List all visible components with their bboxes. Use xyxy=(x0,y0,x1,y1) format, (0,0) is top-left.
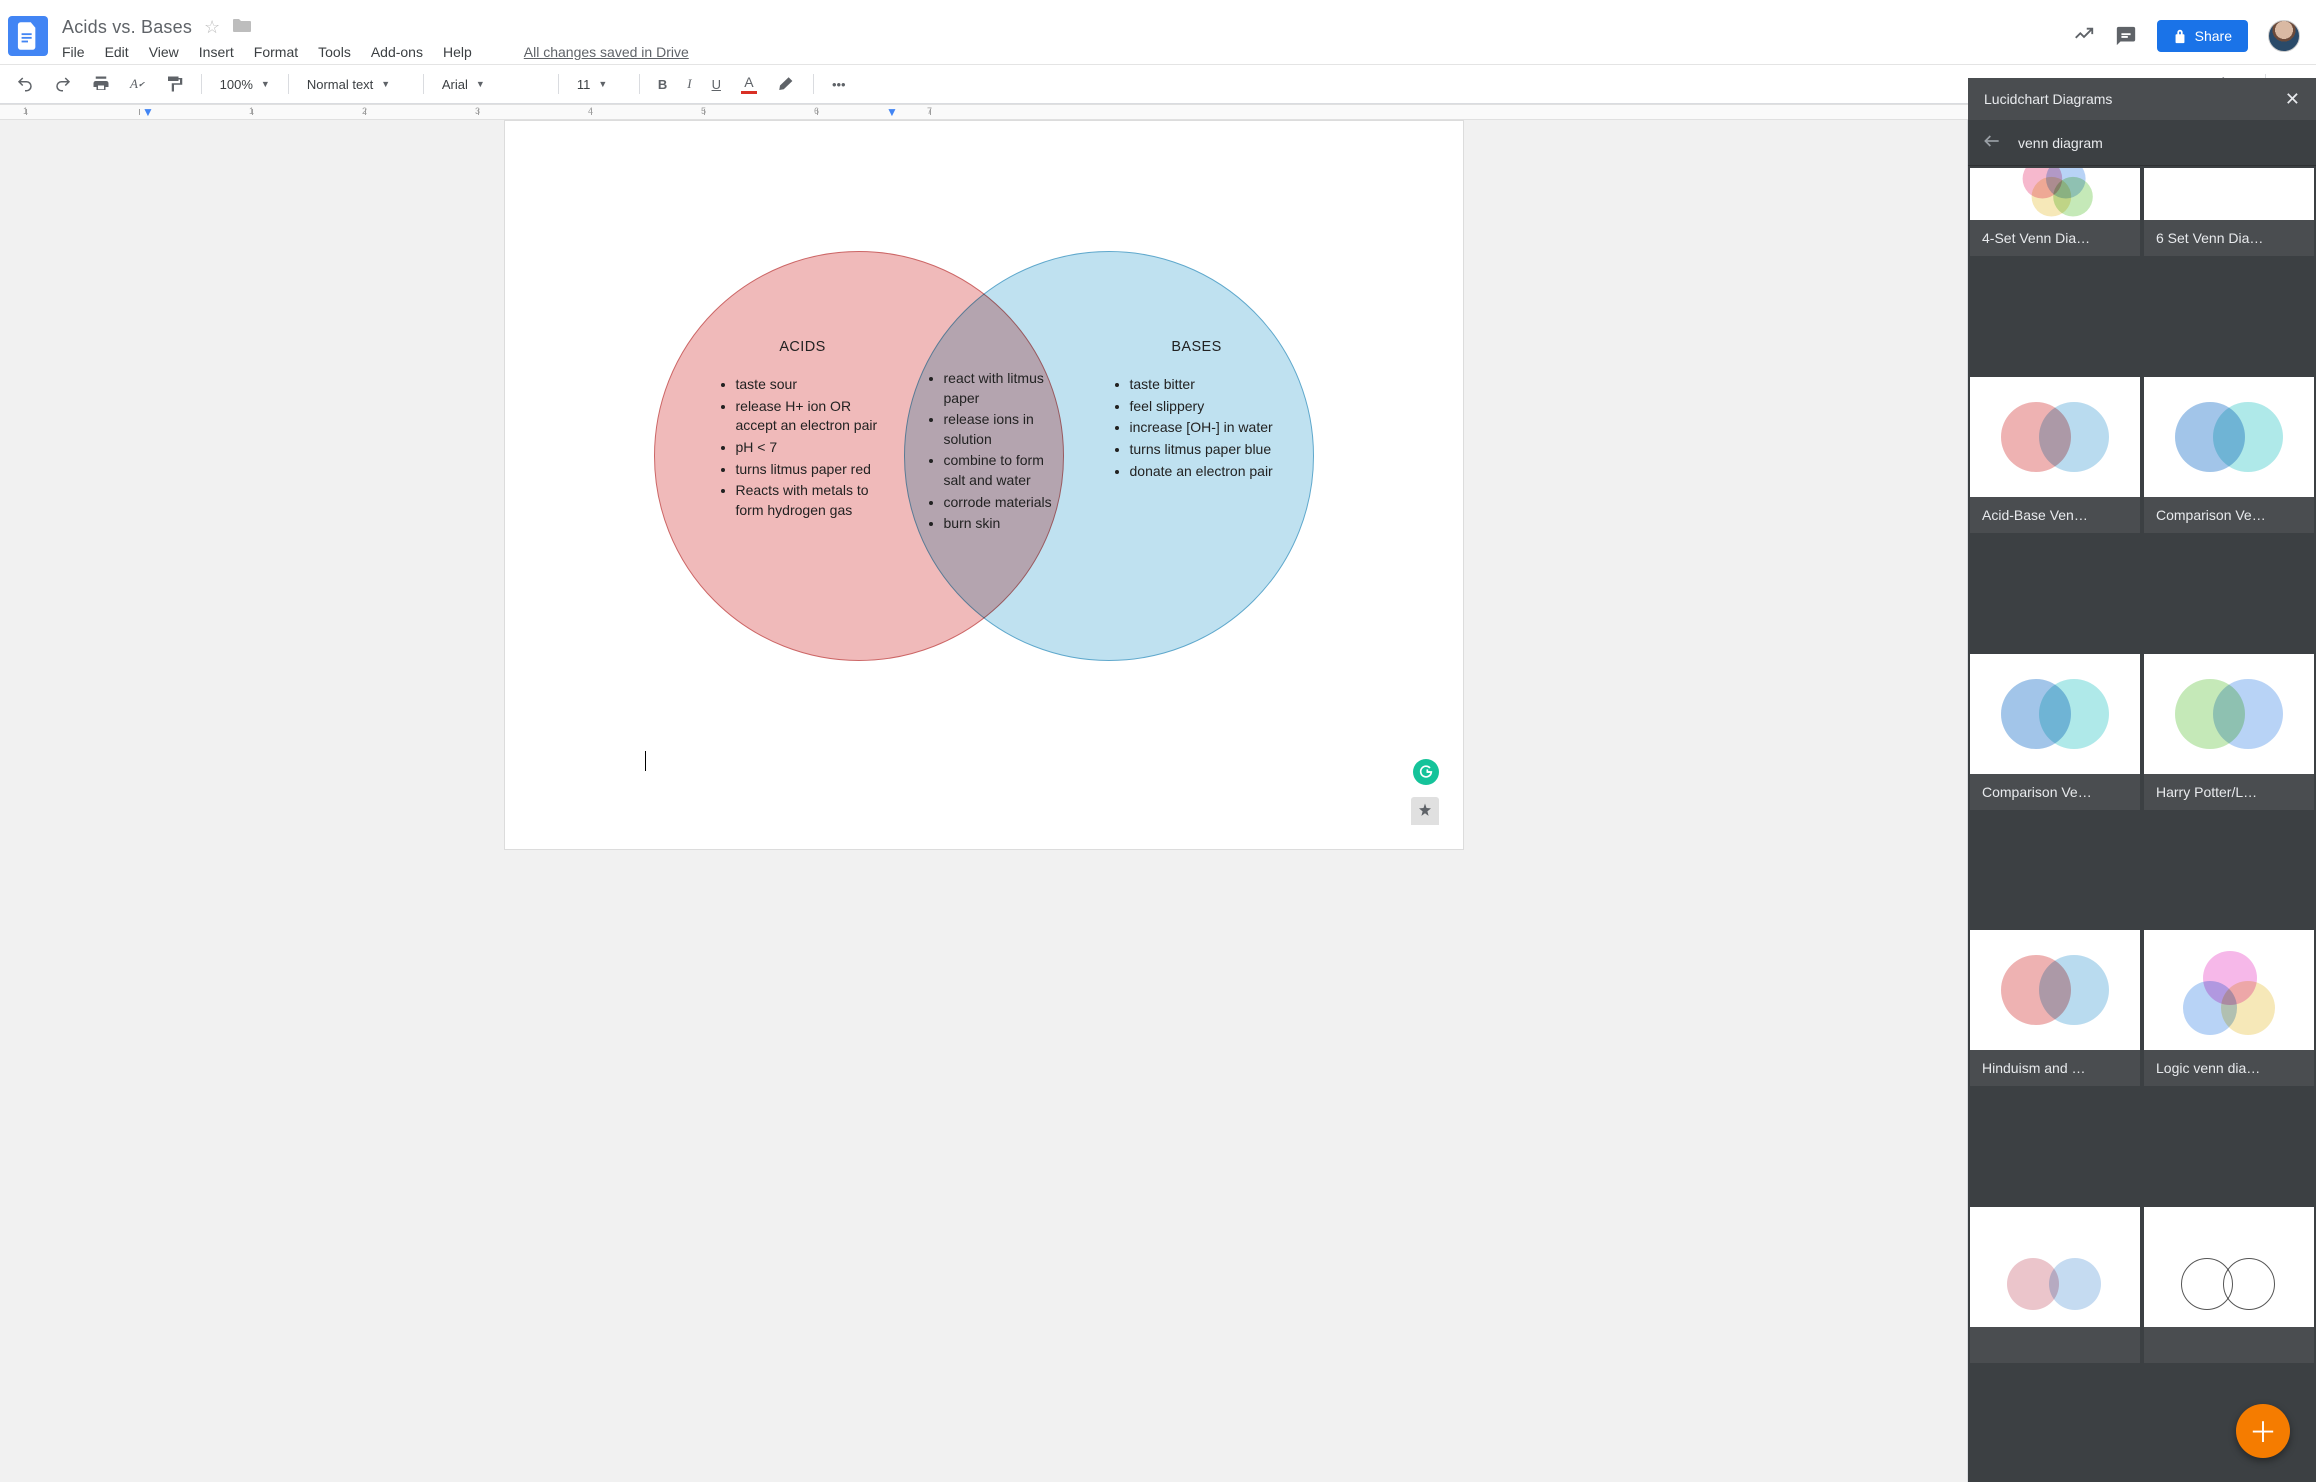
tile-label: Hinduism and … xyxy=(1970,1050,2140,1086)
tile-label: 6 Set Venn Dia… xyxy=(2144,220,2314,256)
paint-format-icon[interactable] xyxy=(159,71,189,97)
tile-label: Acid-Base Ven… xyxy=(1970,497,2140,533)
undo-icon[interactable] xyxy=(10,71,40,97)
font-dropdown[interactable]: Arial▼ xyxy=(436,75,546,94)
page[interactable]: ACIDS taste sour release H+ ion OR accep… xyxy=(504,120,1464,850)
menu-bar: File Edit View Insert Format Tools Add-o… xyxy=(62,44,2073,60)
style-dropdown[interactable]: Normal text▼ xyxy=(301,75,411,94)
redo-icon[interactable] xyxy=(48,71,78,97)
template-tile[interactable]: 4-Set Venn Dia… xyxy=(1970,168,2140,256)
menu-addons[interactable]: Add-ons xyxy=(371,44,423,60)
tile-label: Comparison Ve… xyxy=(1970,774,2140,810)
document-area[interactable]: ACIDS taste sour release H+ ion OR accep… xyxy=(0,120,1968,1482)
italic-button[interactable]: I xyxy=(681,72,697,96)
venn-right-title: BASES xyxy=(1112,337,1282,357)
avatar[interactable] xyxy=(2268,20,2300,52)
bold-button[interactable]: B xyxy=(652,73,673,96)
template-tile[interactable] xyxy=(2144,1207,2314,1363)
docs-logo[interactable] xyxy=(8,16,48,56)
tile-label: 4-Set Venn Dia… xyxy=(1970,220,2140,256)
template-tile[interactable]: Harry Potter/L… xyxy=(2144,654,2314,810)
venn-diagram[interactable]: ACIDS taste sour release H+ ion OR accep… xyxy=(654,251,1314,681)
star-icon[interactable]: ☆ xyxy=(204,17,220,38)
template-grid[interactable]: 4-Set Venn Dia… 6 Set Venn Dia… Acid-Bas… xyxy=(1968,166,2316,1482)
spellcheck-icon[interactable]: A✔ xyxy=(124,72,151,96)
more-button[interactable]: ••• xyxy=(826,73,852,96)
venn-middle-content: react with litmus paper release ions in … xyxy=(926,369,1066,536)
menu-format[interactable]: Format xyxy=(254,44,298,60)
underline-button[interactable]: U xyxy=(706,73,727,96)
tile-label xyxy=(2144,1327,2314,1363)
document-title[interactable]: Acids vs. Bases xyxy=(62,17,192,38)
text-color-button[interactable]: A xyxy=(735,70,763,98)
menu-help[interactable]: Help xyxy=(443,44,472,60)
tile-label xyxy=(1970,1327,2140,1363)
tile-label: Harry Potter/L… xyxy=(2144,774,2314,810)
template-tile[interactable]: 6 Set Venn Dia… xyxy=(2144,168,2314,256)
share-label: Share xyxy=(2195,28,2232,44)
lucidchart-panel: Lucidchart Diagrams ✕ 4-Set Venn Dia… 6 … xyxy=(1968,78,2316,1482)
close-icon[interactable]: ✕ xyxy=(2285,89,2300,110)
venn-left-content: ACIDS taste sour release H+ ion OR accep… xyxy=(718,337,888,522)
venn-left-title: ACIDS xyxy=(718,337,888,357)
activity-icon[interactable] xyxy=(2073,25,2095,47)
save-status[interactable]: All changes saved in Drive xyxy=(524,44,689,60)
tile-label: Comparison Ve… xyxy=(2144,497,2314,533)
menu-insert[interactable]: Insert xyxy=(199,44,234,60)
venn-right-content: BASES taste bitter feel slippery increas… xyxy=(1112,337,1282,483)
print-icon[interactable] xyxy=(86,71,116,97)
zoom-dropdown[interactable]: 100%▼ xyxy=(214,75,276,94)
share-button[interactable]: Share xyxy=(2157,20,2248,52)
folder-icon[interactable] xyxy=(232,17,252,38)
template-tile[interactable]: Acid-Base Ven… xyxy=(1970,377,2140,533)
comments-icon[interactable] xyxy=(2115,25,2137,47)
text-cursor xyxy=(645,751,646,771)
menu-view[interactable]: View xyxy=(149,44,179,60)
template-tile[interactable]: Logic venn dia… xyxy=(2144,930,2314,1086)
menu-edit[interactable]: Edit xyxy=(105,44,129,60)
grammarly-icon[interactable] xyxy=(1413,759,1439,785)
template-tile[interactable] xyxy=(1970,1207,2140,1363)
back-icon[interactable] xyxy=(1982,131,2002,154)
highlight-button[interactable] xyxy=(771,71,801,97)
menu-file[interactable]: File xyxy=(62,44,85,60)
search-input[interactable] xyxy=(2016,134,2302,152)
panel-title: Lucidchart Diagrams xyxy=(1984,91,2112,107)
template-tile[interactable]: Hinduism and … xyxy=(1970,930,2140,1086)
add-diagram-button[interactable]: ＋ xyxy=(2236,1404,2290,1458)
explore-button[interactable] xyxy=(1411,797,1439,825)
menu-tools[interactable]: Tools xyxy=(318,44,351,60)
template-tile[interactable]: Comparison Ve… xyxy=(1970,654,2140,810)
tile-label: Logic venn dia… xyxy=(2144,1050,2314,1086)
template-tile[interactable]: Comparison Ve… xyxy=(2144,377,2314,533)
fontsize-dropdown[interactable]: 11▼ xyxy=(571,75,627,94)
